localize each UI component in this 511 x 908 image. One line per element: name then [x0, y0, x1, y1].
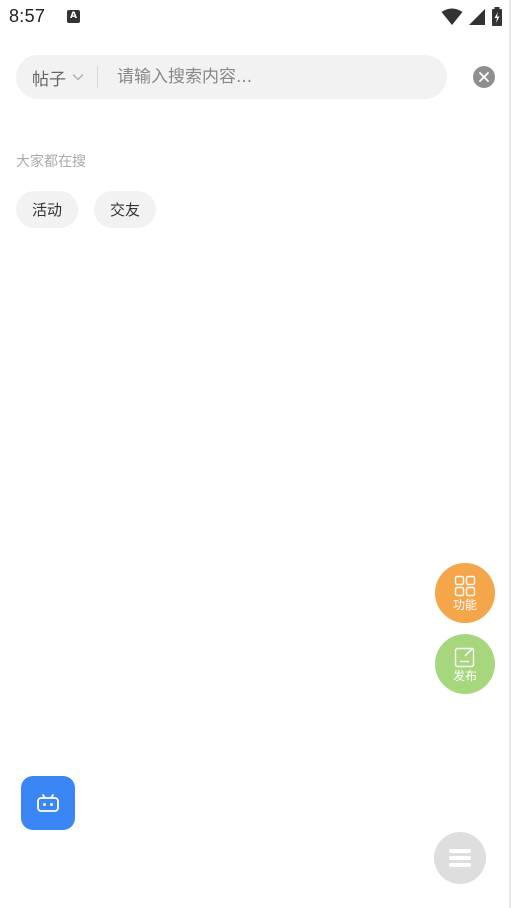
hot-tag-friends[interactable]: 交友: [94, 191, 157, 228]
chevron-down-icon: [72, 73, 84, 81]
edit-icon: [454, 646, 476, 668]
menu-icon: [448, 847, 472, 869]
clear-search-button[interactable]: [473, 66, 495, 88]
hot-search-tags: 活动 交友: [16, 191, 157, 228]
battery-charging-icon: [491, 7, 503, 31]
publish-label: 发布: [452, 668, 477, 683]
wifi-icon: [441, 8, 463, 30]
function-label: 功能: [452, 597, 477, 612]
search-screen: 8:57 A 帖子 请输入搜索内容... 大家都在搜 活动 交友 功能 发布: [0, 0, 511, 908]
grid-icon: [454, 575, 476, 597]
close-icon: [478, 71, 490, 83]
search-bar: 帖子: [16, 55, 447, 99]
search-type-label: 帖子: [32, 69, 66, 90]
search-type-dropdown[interactable]: 帖子: [32, 55, 84, 99]
robot-icon: [36, 793, 60, 813]
function-button[interactable]: 功能: [435, 563, 495, 623]
search-divider: [97, 66, 98, 88]
a-notification-icon: A: [67, 10, 80, 23]
status-icons: [441, 7, 503, 31]
status-time: 8:57: [9, 6, 46, 26]
hot-searches-title: 大家都在搜: [16, 154, 86, 170]
robot-assistant-button[interactable]: [21, 776, 75, 830]
status-bar: 8:57 A: [0, 0, 511, 34]
publish-button[interactable]: 发布: [435, 634, 495, 694]
signal-icon: [468, 8, 486, 30]
hot-tag-activity[interactable]: 活动: [16, 191, 79, 228]
search-input[interactable]: [117, 55, 427, 99]
menu-button[interactable]: [434, 832, 486, 884]
